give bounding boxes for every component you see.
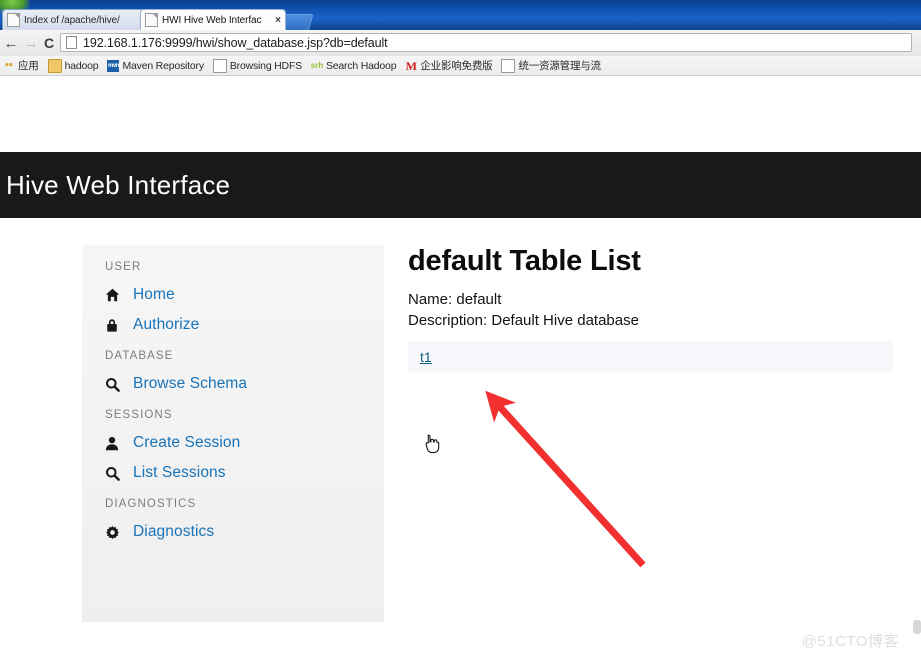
bookmark-browsing-hdfs[interactable]: Browsing HDFS bbox=[212, 58, 302, 73]
page-icon bbox=[501, 58, 516, 73]
back-icon[interactable]: ← bbox=[2, 34, 20, 52]
bookmark-resource-management[interactable]: 统一资源管理与流 bbox=[501, 58, 601, 73]
bookmark-apps[interactable]: ▪▪ 应用 bbox=[3, 58, 39, 73]
database-description-line: Description: Default Hive database bbox=[408, 312, 639, 329]
sidebar-item-authorize[interactable]: Authorize bbox=[105, 310, 384, 340]
tab-close-icon[interactable]: × bbox=[275, 15, 281, 26]
bookmark-label: Maven Repository bbox=[122, 59, 204, 72]
sidebar-navigation: USER Home Authorize DATABASE Browse Sche… bbox=[82, 245, 384, 622]
bookmark-label: 统一资源管理与流 bbox=[518, 60, 601, 72]
sidebar-item-create-session[interactable]: Create Session bbox=[105, 428, 384, 458]
sidebar-group-label: DIAGNOSTICS bbox=[105, 498, 197, 510]
gear-icon bbox=[105, 525, 125, 540]
sidebar-group-label: SESSIONS bbox=[105, 409, 173, 421]
bookmark-label: 应用 bbox=[18, 60, 39, 72]
app-header: Hive Web Interface bbox=[0, 152, 921, 218]
sidebar-item-diagnostics[interactable]: Diagnostics bbox=[105, 517, 384, 547]
bookmark-maven-repository[interactable]: mvn Maven Repository bbox=[107, 59, 204, 72]
scrollbar-thumb[interactable] bbox=[913, 620, 921, 634]
search-hadoop-icon: srh bbox=[310, 60, 324, 70]
table-link-t1[interactable]: t1 bbox=[420, 349, 432, 365]
browser-navigation-bar: ← → C 192.168.1.176:9999/hwi/show_databa… bbox=[0, 30, 921, 57]
reload-icon[interactable]: C bbox=[40, 34, 58, 52]
bookmark-search-hadoop[interactable]: srh Search Hadoop bbox=[310, 59, 397, 72]
page-icon bbox=[66, 36, 77, 49]
sidebar-item-label: Authorize bbox=[133, 316, 200, 333]
tab-favicon bbox=[145, 13, 158, 27]
sidebar-item-label: Home bbox=[133, 286, 175, 303]
sidebar-item-browse-schema[interactable]: Browse Schema bbox=[105, 369, 384, 399]
bookmark-enterprise[interactable]: M 企业影响免费版 bbox=[405, 58, 493, 73]
main-content: default Table List Name: default Descrip… bbox=[408, 245, 908, 372]
forward-icon[interactable]: → bbox=[22, 34, 40, 52]
sidebar-item-label: Create Session bbox=[133, 434, 241, 451]
watermark-text: @51CTO博客 bbox=[801, 633, 899, 650]
user-icon bbox=[105, 436, 125, 451]
sidebar-item-label: Diagnostics bbox=[133, 523, 215, 540]
database-name-line: Name: default bbox=[408, 291, 502, 308]
lock-icon bbox=[105, 318, 125, 333]
address-bar[interactable]: 192.168.1.176:9999/hwi/show_database.jsp… bbox=[60, 33, 912, 52]
sidebar-item-label: List Sessions bbox=[133, 464, 226, 481]
bookmark-hadoop[interactable]: hadoop bbox=[47, 58, 99, 73]
sidebar-group-label: USER bbox=[105, 261, 142, 273]
sidebar-item-home[interactable]: Home bbox=[105, 280, 384, 310]
bookmark-label: Browsing HDFS bbox=[229, 59, 302, 72]
m-icon: M bbox=[405, 58, 417, 73]
sidebar-group-sessions: SESSIONS Create Session List Sessions bbox=[105, 409, 384, 488]
apps-grid-icon: ▪▪ bbox=[5, 59, 13, 71]
sidebar-group-label: DATABASE bbox=[105, 350, 174, 362]
maven-icon: mvn bbox=[107, 59, 120, 72]
sidebar-item-label: Browse Schema bbox=[133, 375, 248, 392]
table-list: t1 bbox=[408, 341, 893, 372]
table-list-heading: default Table List bbox=[408, 245, 641, 277]
tab-favicon bbox=[7, 13, 20, 27]
bookmark-label: hadoop bbox=[64, 59, 99, 72]
bookmark-label: 企业影响免费版 bbox=[420, 60, 493, 72]
tab-label: HWI Hive Web Interfac bbox=[162, 14, 262, 26]
bookmarks-bar: ▪▪ 应用 hadoop mvn Maven Repository Browsi… bbox=[0, 56, 921, 76]
sidebar-group-user: USER Home Authorize bbox=[105, 261, 384, 340]
bookmark-label: Search Hadoop bbox=[325, 59, 397, 72]
page-icon bbox=[212, 58, 227, 73]
search-icon bbox=[105, 377, 125, 392]
folder-icon bbox=[47, 58, 62, 73]
page-viewport: Hive Web Interface USER Home Authorize D… bbox=[0, 77, 921, 660]
sidebar-item-list-sessions[interactable]: List Sessions bbox=[105, 458, 384, 488]
address-bar-url: 192.168.1.176:9999/hwi/show_database.jsp… bbox=[83, 35, 388, 50]
tab-index-of-apache-hive[interactable]: Index of /apache/hive/ × bbox=[2, 9, 150, 30]
tab-label: Index of /apache/hive/ bbox=[24, 14, 120, 26]
sidebar-group-diagnostics: DIAGNOSTICS Diagnostics bbox=[105, 498, 384, 547]
tab-hwi-hive-web-interface[interactable]: HWI Hive Web Interfac × bbox=[140, 9, 286, 30]
sidebar-group-database: DATABASE Browse Schema bbox=[105, 350, 384, 399]
page-title: Hive Web Interface bbox=[6, 169, 231, 200]
search-icon bbox=[105, 466, 125, 481]
mouse-cursor-pointer bbox=[424, 434, 440, 454]
home-icon bbox=[105, 288, 125, 302]
tab-strip: Index of /apache/hive/ × HWI Hive Web In… bbox=[0, 9, 921, 31]
table-row[interactable]: t1 bbox=[408, 341, 893, 372]
browser-window: Index of /apache/hive/ × HWI Hive Web In… bbox=[0, 0, 921, 660]
